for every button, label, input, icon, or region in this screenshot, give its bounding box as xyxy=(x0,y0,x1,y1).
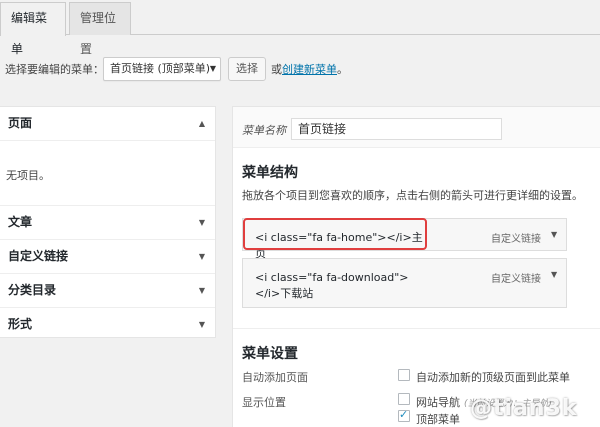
expand-arrow-icon[interactable]: ▼ xyxy=(199,274,205,307)
auto-add-pages-checkbox[interactable] xyxy=(398,369,410,381)
accordion-categories[interactable]: 分类目录 ▼ xyxy=(0,274,215,308)
accordion-formats[interactable]: 形式 ▼ xyxy=(0,308,215,342)
item-expand-arrow-icon[interactable]: ▼ xyxy=(551,270,557,279)
menu-item[interactable]: <i class="fa fa-download"></i>下载站 自定义链接 … xyxy=(242,258,567,308)
menu-name-label: 菜单名称 xyxy=(242,124,286,137)
highlight-box xyxy=(243,218,427,250)
menu-select-dropdown[interactable]: 首页链接 (顶部菜单) ▼ xyxy=(103,57,221,81)
menu-item-type: 自定义链接 xyxy=(491,274,541,285)
expand-arrow-icon[interactable]: ▼ xyxy=(199,240,205,273)
item-expand-arrow-icon[interactable]: ▼ xyxy=(551,230,557,239)
watermark: @tian3k xyxy=(470,396,578,421)
menu-name-row: 菜单名称 首页链接 xyxy=(233,107,600,148)
accordion-posts-title: 文章 xyxy=(8,215,33,229)
create-new-menu-link[interactable]: 创建新菜单 xyxy=(282,63,337,76)
pages-empty-text: 无项目。 xyxy=(0,141,215,206)
menu-structure-help: 拖放各个项目到您喜欢的顺序，点击右侧的箭头可进行更详细的设置。 xyxy=(242,189,583,202)
accordion-categories-title: 分类目录 xyxy=(8,283,57,297)
accordion-custom-links-title: 自定义链接 xyxy=(8,249,69,263)
create-menu-text: 或创建新菜单。 xyxy=(271,63,348,76)
menu-structure-panel: 菜单名称 首页链接 菜单结构 拖放各个项目到您喜欢的顺序，点击右侧的箭头可进行更… xyxy=(232,106,600,427)
tab-edit-menus[interactable]: 编辑菜单 xyxy=(0,2,66,56)
expand-arrow-icon[interactable]: ▼ xyxy=(199,206,205,239)
section-divider xyxy=(233,328,600,329)
collapse-arrow-icon[interactable]: ▲ xyxy=(199,107,205,140)
display-location-label: 显示位置 xyxy=(242,396,286,409)
menu-item-title: <i class="fa fa-download"></i>下载站 xyxy=(255,271,409,300)
select-menu-button[interactable]: 选择 xyxy=(228,57,266,81)
accordion-formats-title: 形式 xyxy=(8,317,33,331)
menu-select-value: 首页链接 (顶部菜单) xyxy=(110,62,211,75)
tab-bar: 编辑菜单 管理位置 xyxy=(0,0,600,56)
select-menu-row: 选择要编辑的菜单： 首页链接 (顶部菜单) ▼ 选择 或创建新菜单。 xyxy=(0,55,600,81)
menu-name-input[interactable]: 首页链接 xyxy=(291,118,502,140)
accordion-custom-links[interactable]: 自定义链接 ▼ xyxy=(0,240,215,274)
tab-manage-locations[interactable]: 管理位置 xyxy=(69,2,131,56)
dropdown-arrow-icon: ▼ xyxy=(209,64,216,73)
menu-item-type: 自定义链接 xyxy=(491,234,541,245)
select-menu-label: 选择要编辑的菜单： xyxy=(5,63,104,76)
expand-arrow-icon[interactable]: ▼ xyxy=(199,308,205,341)
menu-structure-heading: 菜单结构 xyxy=(242,165,298,181)
add-menu-items-panel: 页面 ▲ 无项目。 文章 ▼ 自定义链接 ▼ 分类目录 ▼ 形式 ▼ xyxy=(0,106,216,338)
auto-add-pages-option: 自动添加新的顶级页面到此菜单 xyxy=(416,371,570,384)
accordion-pages-title: 页面 xyxy=(8,116,33,130)
accordion-posts[interactable]: 文章 ▼ xyxy=(0,206,215,240)
accordion-pages[interactable]: 页面 ▲ xyxy=(0,107,215,141)
location-site-nav-checkbox[interactable] xyxy=(398,393,410,405)
auto-add-pages-label: 自动添加页面 xyxy=(242,371,308,384)
location-top-menu-checkbox[interactable] xyxy=(398,408,410,422)
menu-settings-heading: 菜单设置 xyxy=(242,346,298,362)
location-top-menu-label: 顶部菜单 xyxy=(416,413,460,426)
